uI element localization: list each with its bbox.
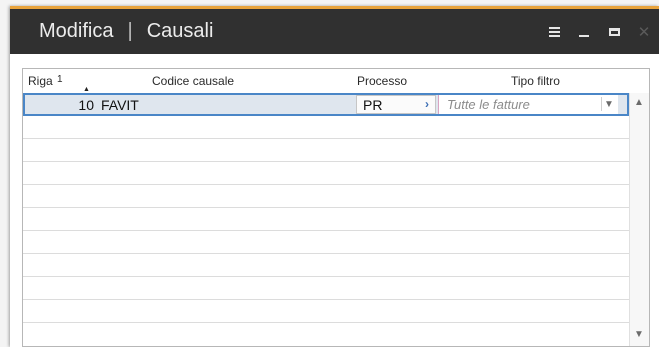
- column-header-processo[interactable]: Processo: [357, 74, 407, 88]
- table-row[interactable]: [23, 185, 629, 208]
- table-row[interactable]: [23, 254, 629, 277]
- minimize-button[interactable]: [569, 17, 599, 47]
- table-row[interactable]: [23, 300, 629, 323]
- table-row[interactable]: [23, 162, 629, 185]
- minimize-icon: [579, 34, 589, 37]
- cell-codice-causale[interactable]: FAVIT: [101, 95, 139, 114]
- sort-indicator: 1: [57, 74, 63, 85]
- column-label-riga: Riga: [28, 74, 53, 88]
- close-button[interactable]: ✕: [629, 17, 659, 47]
- close-icon: ✕: [637, 23, 651, 41]
- table-row[interactable]: [23, 277, 629, 300]
- table-row[interactable]: [23, 139, 629, 162]
- title-separator: |: [127, 20, 133, 42]
- column-header-tipo-filtro[interactable]: Tipo filtro: [511, 74, 560, 88]
- maximize-button[interactable]: [599, 17, 629, 47]
- window-controls: ✕: [539, 9, 659, 54]
- column-header-riga[interactable]: Riga 1: [28, 74, 63, 88]
- window-title: Modifica | Causali: [39, 20, 213, 43]
- causali-grid: Riga 1 Codice causale Processo Tipo filt…: [22, 68, 650, 347]
- link-arrow-icon[interactable]: ›: [425, 97, 429, 111]
- vertical-scrollbar[interactable]: ▲ ▼: [629, 93, 649, 346]
- cell-riga: 10: [78, 96, 94, 113]
- table-row[interactable]: [23, 208, 629, 231]
- table-row[interactable]: [23, 116, 629, 139]
- grid-header: Riga 1 Codice causale Processo Tipo filt…: [23, 69, 627, 93]
- sort-order: 1: [57, 74, 63, 85]
- processo-value: PR: [363, 96, 383, 113]
- scroll-down-icon[interactable]: ▼: [634, 329, 644, 340]
- cell-processo[interactable]: PR ›: [356, 95, 436, 114]
- title-subject: Causali: [146, 20, 214, 42]
- sort-up-icon: ▲: [83, 86, 90, 93]
- titlebar: Modifica | Causali ✕: [10, 9, 659, 54]
- menu-icon: [548, 26, 560, 37]
- causali-window: Modifica | Causali ✕ Riga 1 Codice causa…: [10, 6, 659, 347]
- table-row[interactable]: 10 FAVIT PR › Tutte le fatture ▼: [23, 93, 629, 116]
- table-row[interactable]: [23, 231, 629, 254]
- maximize-icon: [608, 27, 620, 36]
- menu-button[interactable]: [539, 17, 569, 47]
- tipo-filtro-dropdown[interactable]: Tutte le fatture ▼: [438, 95, 618, 114]
- column-header-codice-causale[interactable]: Codice causale: [152, 74, 234, 88]
- tipo-filtro-placeholder: Tutte le fatture: [447, 97, 530, 112]
- scroll-up-icon[interactable]: ▲: [634, 97, 644, 108]
- title-mode: Modifica: [39, 20, 114, 42]
- chevron-down-icon[interactable]: ▼: [601, 97, 616, 111]
